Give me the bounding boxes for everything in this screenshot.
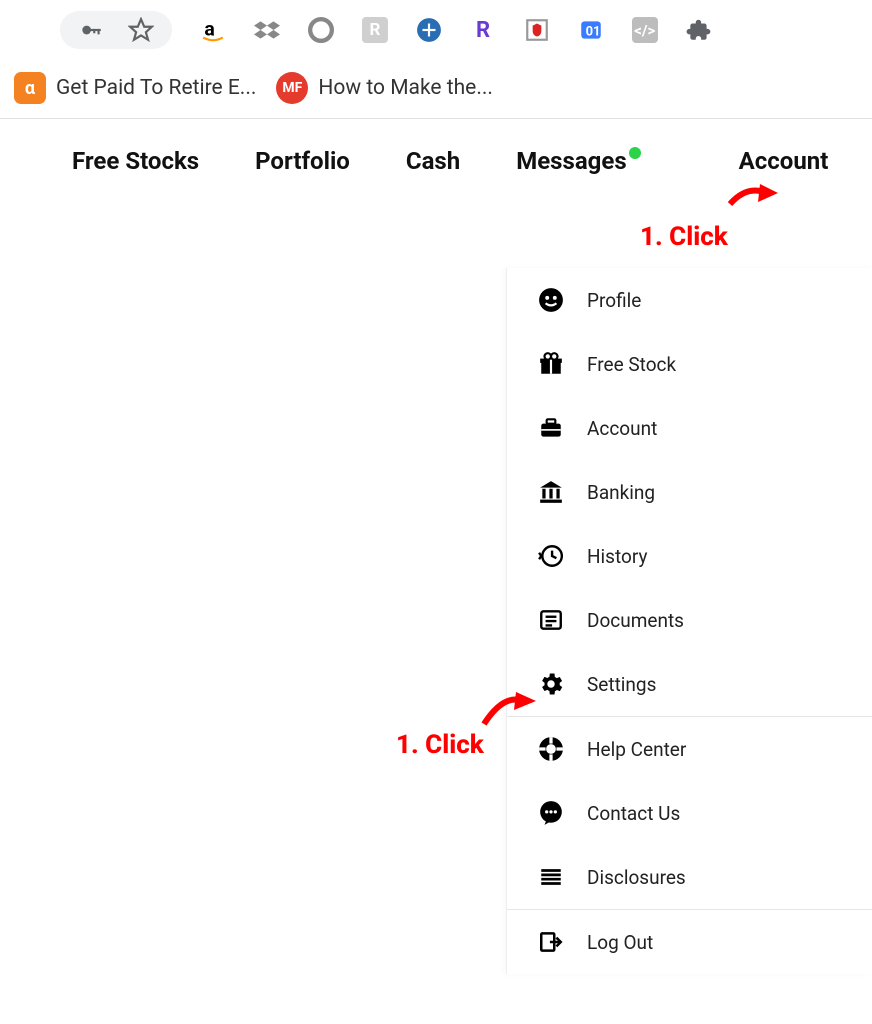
menu-item-disclosures[interactable]: Disclosures bbox=[507, 845, 872, 909]
menu-item-account[interactable]: Account bbox=[507, 396, 872, 460]
document-icon bbox=[537, 606, 565, 634]
menu-label: Profile bbox=[587, 289, 641, 312]
bookmark-label: How to Make the... bbox=[318, 76, 493, 100]
bookmark-retire[interactable]: α Get Paid To Retire E... bbox=[14, 72, 256, 104]
menu-item-settings[interactable]: Settings bbox=[507, 652, 872, 716]
menu-item-documents[interactable]: Documents bbox=[507, 588, 872, 652]
bank-icon bbox=[537, 478, 565, 506]
menu-label: Documents bbox=[587, 609, 684, 632]
menu-label: Log Out bbox=[587, 931, 653, 954]
annotation-label-settings: 1. Click bbox=[396, 730, 484, 760]
smiley-icon bbox=[537, 286, 565, 314]
mf-icon: MF bbox=[276, 72, 308, 104]
menu-label: Help Center bbox=[587, 738, 686, 761]
menu-item-banking[interactable]: Banking bbox=[507, 460, 872, 524]
star-icon[interactable] bbox=[128, 17, 154, 43]
annotation-arrow-account bbox=[728, 180, 778, 210]
tab-cash[interactable]: Cash bbox=[406, 147, 460, 175]
bookmark-howto[interactable]: MF How to Make the... bbox=[276, 72, 493, 104]
menu-label: History bbox=[587, 545, 647, 568]
menu-item-history[interactable]: History bbox=[507, 524, 872, 588]
account-dropdown: Profile Free Stock Account Banking Histo… bbox=[506, 268, 872, 974]
briefcase-icon bbox=[537, 414, 565, 442]
logout-icon bbox=[537, 928, 565, 956]
r-purple-ext-icon[interactable]: R bbox=[470, 17, 496, 43]
menu-item-profile[interactable]: Profile bbox=[507, 268, 872, 332]
history-icon bbox=[537, 542, 565, 570]
circle-ext-icon[interactable] bbox=[308, 17, 334, 43]
bookmark-label: Get Paid To Retire E... bbox=[56, 76, 256, 100]
menu-item-help[interactable]: Help Center bbox=[507, 717, 872, 781]
notification-dot-icon bbox=[629, 147, 641, 159]
tab-portfolio[interactable]: Portfolio bbox=[255, 147, 350, 175]
tab-messages[interactable]: Messages bbox=[516, 147, 640, 175]
menu-item-logout[interactable]: Log Out bbox=[507, 910, 872, 974]
svg-text:</>: </> bbox=[634, 21, 655, 39]
lines-icon bbox=[537, 863, 565, 891]
r-square-ext-icon[interactable]: R bbox=[362, 17, 388, 43]
annotation-label-account: 1. Click bbox=[640, 222, 728, 252]
tag-ext-icon[interactable]: 01 bbox=[578, 17, 604, 43]
tab-free-stocks[interactable]: Free Stocks bbox=[72, 147, 199, 175]
url-actions-pill bbox=[60, 11, 172, 49]
key-icon[interactable] bbox=[78, 17, 104, 43]
svg-text:01: 01 bbox=[586, 24, 601, 39]
menu-item-contact[interactable]: Contact Us bbox=[507, 781, 872, 845]
bookmarks-bar: α Get Paid To Retire E... MF How to Make… bbox=[0, 60, 872, 119]
gear-icon bbox=[537, 670, 565, 698]
plus-circle-ext-icon[interactable] bbox=[416, 17, 442, 43]
menu-label: Account bbox=[587, 417, 657, 440]
extensions-puzzle-icon[interactable] bbox=[686, 17, 712, 43]
shield-ext-icon[interactable] bbox=[524, 17, 550, 43]
menu-item-free-stock[interactable]: Free Stock bbox=[507, 332, 872, 396]
menu-label: Disclosures bbox=[587, 866, 686, 889]
annotation-arrow-settings bbox=[480, 690, 536, 730]
menu-label: Contact Us bbox=[587, 802, 680, 825]
code-ext-icon[interactable]: </> bbox=[632, 17, 658, 43]
dropbox-ext-icon[interactable] bbox=[254, 17, 280, 43]
amazon-ext-icon[interactable]: a bbox=[200, 17, 226, 43]
gift-icon bbox=[537, 350, 565, 378]
lifebuoy-icon bbox=[537, 735, 565, 763]
svg-text:a: a bbox=[204, 17, 214, 40]
tab-account[interactable]: Account bbox=[739, 147, 829, 175]
menu-label: Banking bbox=[587, 481, 655, 504]
browser-toolbar: a R R 01 </> bbox=[0, 0, 872, 60]
alpha-icon: α bbox=[14, 72, 46, 104]
menu-label: Free Stock bbox=[587, 353, 676, 376]
tab-messages-label: Messages bbox=[516, 147, 626, 175]
chat-icon bbox=[537, 799, 565, 827]
menu-label: Settings bbox=[587, 673, 656, 696]
